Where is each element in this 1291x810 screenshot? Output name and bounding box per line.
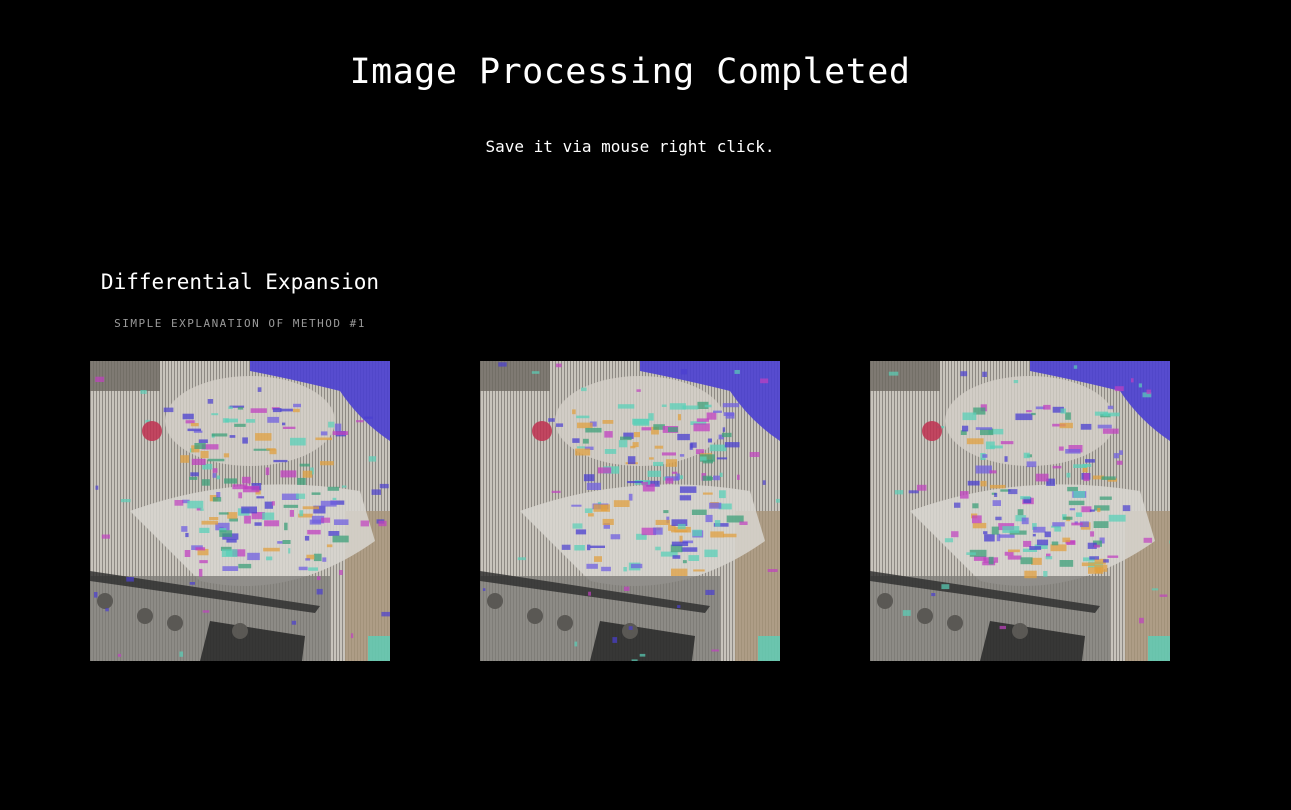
processed-image-graphic	[480, 361, 780, 661]
page-title: Image Processing Completed	[349, 52, 911, 92]
page-subtitle: Save it via mouse right click.	[485, 137, 775, 156]
processed-image-1[interactable]	[90, 361, 390, 661]
processed-image-graphic	[870, 361, 1170, 661]
page: Image Processing Completed Save it via m…	[0, 0, 1291, 810]
processed-image-2[interactable]	[480, 361, 780, 661]
processed-image-3[interactable]	[870, 361, 1170, 661]
method-explanation-link[interactable]: SIMPLE EXPLANATION OF METHOD #1	[90, 317, 390, 330]
processed-image-graphic	[90, 361, 390, 661]
section-title: Differential Expansion	[100, 270, 380, 294]
